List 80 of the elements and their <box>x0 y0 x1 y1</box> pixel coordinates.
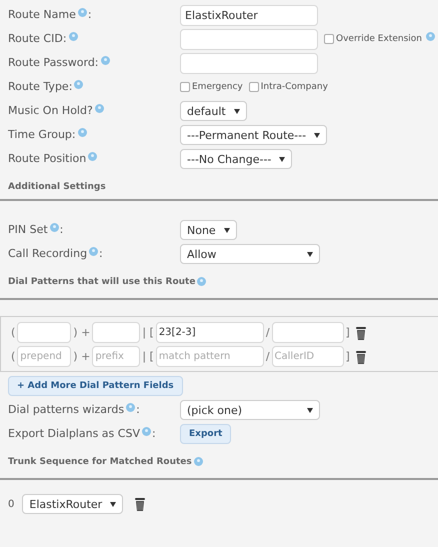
dropdown[interactable]: None <box>180 220 237 240</box>
checkbox[interactable] <box>180 82 190 92</box>
field-label: Dial patterns wizards <box>8 403 124 416</box>
separator-text: | [ <box>142 350 154 363</box>
help-icon[interactable] <box>197 277 206 286</box>
caret-icon <box>279 156 286 162</box>
export-button[interactable]: Export <box>180 424 232 444</box>
field-label: Route CID: <box>8 32 67 45</box>
slash-text: / <box>266 350 270 363</box>
bracket-text: ] <box>346 350 350 363</box>
plus-text: ) + <box>73 350 90 363</box>
colon-text: : <box>152 427 156 440</box>
dropdown[interactable]: ---Permanent Route--- <box>180 125 328 145</box>
dropdown[interactable]: Allow <box>180 244 320 264</box>
dropdown[interactable]: (pick one) <box>180 400 320 420</box>
section-heading: Trunk Sequence for Matched Routes <box>8 457 192 467</box>
sequence-number: 0 <box>8 498 14 510</box>
checkbox-label: Emergency <box>192 82 243 92</box>
help-icon[interactable] <box>88 152 98 161</box>
field-label: Route Position <box>8 152 86 165</box>
help-icon[interactable] <box>74 80 84 89</box>
field-label: Call Recording <box>8 247 88 260</box>
paren-text: ( <box>11 350 16 363</box>
text-field[interactable] <box>180 52 318 74</box>
separator-text: | [ <box>142 326 154 339</box>
field-label: Music On Hold? <box>8 104 93 117</box>
callerid-field[interactable] <box>272 322 344 343</box>
match-pattern-field[interactable]: 23[2-3] <box>156 322 264 343</box>
field-label: Route Type: <box>8 80 72 93</box>
section-heading: Additional Settings <box>8 182 106 192</box>
prepend-field[interactable]: prepend <box>17 346 72 367</box>
dropdown[interactable]: default <box>180 101 247 121</box>
colon-text: : <box>136 403 140 416</box>
callerid-field[interactable]: CallerID <box>272 346 344 367</box>
prepend-field[interactable] <box>17 322 72 343</box>
help-icon[interactable] <box>50 223 59 232</box>
help-icon[interactable] <box>78 8 87 17</box>
colon-text: : <box>99 247 103 260</box>
paren-text: ( <box>11 326 16 339</box>
prefix-field[interactable]: prefix <box>92 346 140 367</box>
caret-icon <box>224 228 230 232</box>
dropdown[interactable]: ElastixRouter <box>22 494 124 514</box>
checkbox-label: Intra-Company <box>260 82 328 92</box>
match-pattern-field[interactable]: match pattern <box>156 346 264 367</box>
slash-text: / <box>266 326 270 339</box>
caret-icon <box>314 132 320 138</box>
section-heading: Dial Patterns that will use this Route <box>8 277 196 287</box>
add-fields-button[interactable]: + Add More Dial Pattern Fields <box>8 376 183 396</box>
caret-icon <box>110 502 116 506</box>
help-icon[interactable] <box>78 128 87 137</box>
caret-icon <box>307 408 313 412</box>
caret-icon <box>307 252 313 256</box>
help-icon[interactable] <box>194 457 203 466</box>
field-label: PIN Set <box>8 223 48 236</box>
help-icon[interactable] <box>100 56 110 65</box>
prefix-field[interactable] <box>92 322 140 343</box>
plus-text: ) + <box>73 326 90 339</box>
checkbox[interactable] <box>248 82 259 92</box>
help-icon[interactable] <box>142 427 151 436</box>
field-label: Export Dialplans as CSV <box>8 427 140 440</box>
colon-text: : <box>60 223 64 236</box>
trash-icon[interactable] <box>354 350 367 364</box>
checkbox[interactable] <box>324 34 334 44</box>
dropdown[interactable]: ---No Change--- <box>180 149 292 169</box>
text-field[interactable]: ElastixRouter <box>180 4 318 26</box>
help-icon[interactable] <box>94 104 104 113</box>
field-label: Time Group: <box>8 128 76 141</box>
field-label: Route Name <box>8 8 76 21</box>
help-icon[interactable] <box>89 247 98 256</box>
help-icon[interactable] <box>68 32 78 41</box>
caret-icon <box>234 108 240 114</box>
help-icon[interactable] <box>126 403 136 412</box>
trash-icon[interactable] <box>354 326 367 340</box>
trash-icon[interactable] <box>134 497 146 511</box>
checkbox-label: Override Extension <box>336 34 422 44</box>
bracket-text: ] <box>346 326 350 339</box>
help-icon[interactable] <box>426 32 435 41</box>
text-field[interactable] <box>180 28 318 50</box>
colon-text: : <box>88 8 92 21</box>
field-label: Route Password: <box>8 56 99 69</box>
